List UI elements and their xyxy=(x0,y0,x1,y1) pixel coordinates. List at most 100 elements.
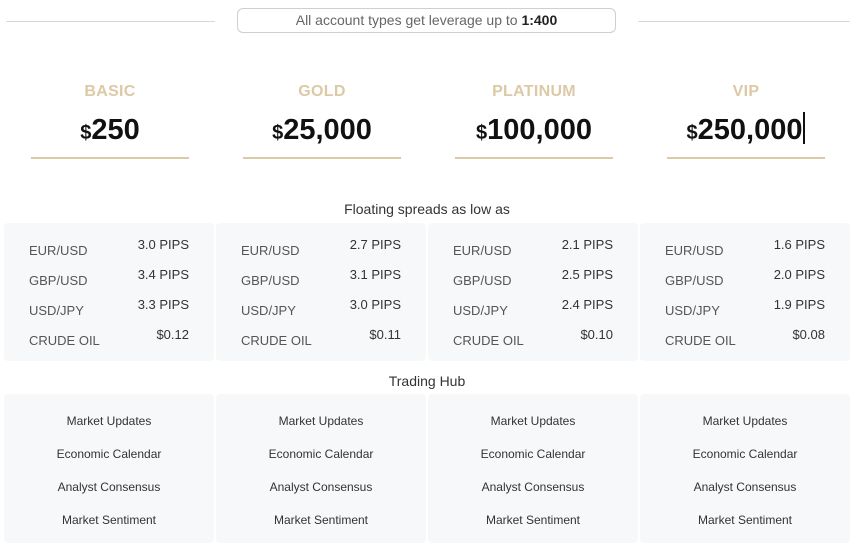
instrument-label: GBP/USD xyxy=(665,273,724,288)
spread-row: USD/JPY 2.4 PIPS xyxy=(453,297,613,319)
banner-divider-left xyxy=(6,21,215,22)
spread-row: GBP/USD 3.1 PIPS xyxy=(241,267,401,289)
plan-gold[interactable]: GOLD $25,000 xyxy=(243,82,401,159)
leverage-text: All account types get leverage up to xyxy=(295,12,518,28)
banner-divider-right xyxy=(638,21,850,22)
spread-row: EUR/USD 2.7 PIPS xyxy=(241,237,401,259)
spread-value: 2.7 PIPS xyxy=(349,237,401,252)
leverage-banner: All account types get leverage up to 1:4… xyxy=(237,8,616,33)
plan-vip[interactable]: VIP $250,000 xyxy=(667,82,825,159)
spreads-table: EUR/USD 3.0 PIPS GBP/USD 3.4 PIPS USD/JPY 3… xyxy=(4,223,850,361)
leverage-value: 1:400 xyxy=(521,12,558,28)
hub-item-economic-calendar: Economic Calendar xyxy=(56,447,162,461)
spread-row: GBP/USD 2.5 PIPS xyxy=(453,267,613,289)
spread-value: $0.12 xyxy=(156,327,189,342)
plan-price: $250,000 xyxy=(667,112,825,148)
instrument-label: GBP/USD xyxy=(29,273,88,288)
plan-underline xyxy=(455,157,613,159)
hub-card-gold: Market Updates Economic Calendar Analyst… xyxy=(216,394,426,543)
spread-value: 3.0 PIPS xyxy=(137,237,189,252)
spread-row: EUR/USD 3.0 PIPS xyxy=(29,237,189,259)
spread-value: 2.1 PIPS xyxy=(561,237,613,252)
spread-row: USD/JPY 1.9 PIPS xyxy=(665,297,825,319)
plan-name: GOLD xyxy=(298,83,346,100)
account-plans: BASIC $250 GOLD $25,000 PLATINUM $100,00… xyxy=(0,82,854,162)
instrument-label: USD/JPY xyxy=(29,303,84,318)
currency-symbol: $ xyxy=(80,122,92,144)
currency-symbol: $ xyxy=(272,122,284,144)
spread-value: $0.08 xyxy=(792,327,825,342)
spread-value: $0.11 xyxy=(369,327,401,342)
spread-value: 1.9 PIPS xyxy=(773,297,825,312)
hub-card-vip: Market Updates Economic Calendar Analyst… xyxy=(640,394,850,543)
spread-row: CRUDE OIL $0.08 xyxy=(665,327,825,349)
hub-card-platinum: Market Updates Economic Calendar Analyst… xyxy=(428,394,638,543)
instrument-label: CRUDE OIL xyxy=(241,333,312,348)
hub-item-market-updates: Market Updates xyxy=(278,414,364,428)
spread-value: 2.0 PIPS xyxy=(773,267,825,282)
spread-row: USD/JPY 3.0 PIPS xyxy=(241,297,401,319)
plan-price: $25,000 xyxy=(243,112,401,148)
plan-amount: 25,000 xyxy=(283,114,372,146)
plan-price: $250 xyxy=(31,112,189,148)
spread-row: EUR/USD 1.6 PIPS xyxy=(665,237,825,259)
plan-basic[interactable]: BASIC $250 xyxy=(31,82,189,159)
spreads-card-platinum: EUR/USD 2.1 PIPS GBP/USD 2.5 PIPS USD/JPY 2… xyxy=(428,223,638,361)
spread-value: 1.6 PIPS xyxy=(773,237,825,252)
currency-symbol: $ xyxy=(476,122,488,144)
plan-amount: 100,000 xyxy=(487,114,592,146)
instrument-label: CRUDE OIL xyxy=(453,333,524,348)
spread-value: 3.4 PIPS xyxy=(137,267,189,282)
spread-row: EUR/USD 2.1 PIPS xyxy=(453,237,613,259)
spreads-card-gold: EUR/USD 2.7 PIPS GBP/USD 3.1 PIPS USD/JPY 3… xyxy=(216,223,426,361)
instrument-label: USD/JPY xyxy=(665,303,720,318)
instrument-label: CRUDE OIL xyxy=(665,333,736,348)
hub-card-basic: Market Updates Economic Calendar Analyst… xyxy=(4,394,214,543)
spread-row: CRUDE OIL $0.11 xyxy=(241,327,401,349)
instrument-label: EUR/USD xyxy=(29,243,88,258)
spread-row: GBP/USD 3.4 PIPS xyxy=(29,267,189,289)
spread-value: 2.4 PIPS xyxy=(561,297,613,312)
hub-item-economic-calendar: Economic Calendar xyxy=(268,447,374,461)
instrument-label: CRUDE OIL xyxy=(29,333,100,348)
plan-underline xyxy=(31,157,189,159)
hub-item-analyst-consensus: Analyst Consensus xyxy=(269,480,373,494)
hub-item-analyst-consensus: Analyst Consensus xyxy=(57,480,161,494)
spread-row: CRUDE OIL $0.10 xyxy=(453,327,613,349)
spread-row: CRUDE OIL $0.12 xyxy=(29,327,189,349)
hub-item-market-updates: Market Updates xyxy=(490,414,576,428)
spread-row: USD/JPY 3.3 PIPS xyxy=(29,297,189,319)
plan-name: BASIC xyxy=(84,83,136,100)
hub-item-market-sentiment: Market Sentiment xyxy=(61,513,157,527)
trading-hub-table: Market Updates Economic Calendar Analyst… xyxy=(4,394,850,543)
instrument-label: USD/JPY xyxy=(241,303,296,318)
hub-item-analyst-consensus: Analyst Consensus xyxy=(481,480,585,494)
spreads-title: Floating spreads as low as xyxy=(344,201,510,217)
hub-item-market-updates: Market Updates xyxy=(702,414,788,428)
hub-item-economic-calendar: Economic Calendar xyxy=(692,447,798,461)
spread-value: $0.10 xyxy=(580,327,613,342)
spread-value: 2.5 PIPS xyxy=(561,267,613,282)
instrument-label: EUR/USD xyxy=(665,243,724,258)
hub-item-market-sentiment: Market Sentiment xyxy=(697,513,793,527)
hub-item-economic-calendar: Economic Calendar xyxy=(480,447,586,461)
hub-item-market-sentiment: Market Sentiment xyxy=(273,513,369,527)
instrument-label: EUR/USD xyxy=(241,243,300,258)
instrument-label: EUR/USD xyxy=(453,243,512,258)
instrument-label: USD/JPY xyxy=(453,303,508,318)
plan-name: VIP xyxy=(732,83,760,100)
trading-hub-title: Trading Hub xyxy=(388,373,466,389)
spread-value: 3.3 PIPS xyxy=(137,297,189,312)
spreads-card-vip: EUR/USD 1.6 PIPS GBP/USD 2.0 PIPS USD/JPY 1… xyxy=(640,223,850,361)
plan-platinum[interactable]: PLATINUM $100,000 xyxy=(455,82,613,159)
text-cursor xyxy=(803,112,806,144)
plan-amount: 250,000 xyxy=(697,114,803,146)
spread-row: GBP/USD 2.0 PIPS xyxy=(665,267,825,289)
hub-item-market-sentiment: Market Sentiment xyxy=(485,513,581,527)
plan-underline xyxy=(243,157,401,159)
currency-symbol: $ xyxy=(686,122,698,144)
spread-value: 3.1 PIPS xyxy=(349,267,401,282)
hub-item-analyst-consensus: Analyst Consensus xyxy=(693,480,797,494)
plan-name: PLATINUM xyxy=(492,83,576,100)
plan-price: $100,000 xyxy=(455,112,613,148)
